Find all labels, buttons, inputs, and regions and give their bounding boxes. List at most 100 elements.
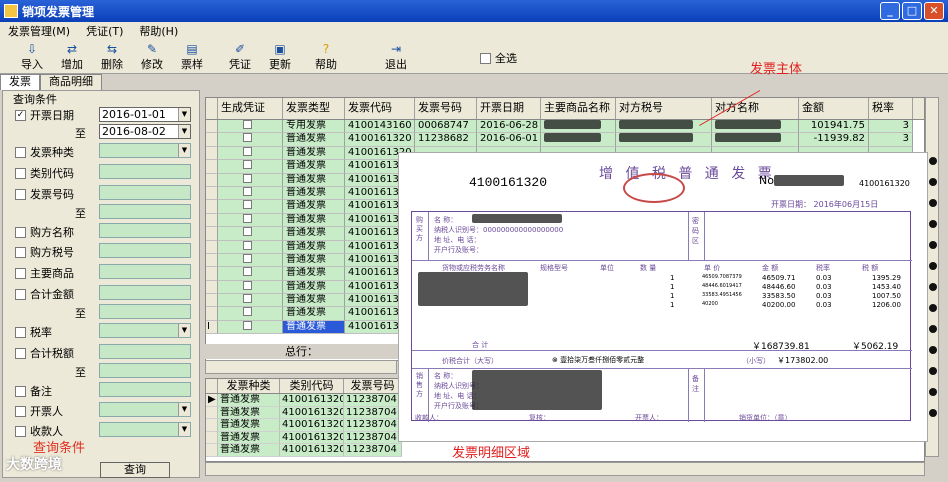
detail-row[interactable]: 普通发票 4100161320 11238704 bbox=[206, 444, 924, 457]
col-rate[interactable]: 税率 bbox=[869, 98, 913, 119]
voucher-checkbox-cell[interactable] bbox=[218, 120, 283, 134]
voucher-checkbox-cell[interactable] bbox=[218, 186, 283, 201]
voucher-checkbox-cell[interactable] bbox=[218, 267, 283, 281]
voucher-checkbox[interactable] bbox=[243, 240, 252, 250]
date-to-input[interactable]: 2016-08-02 ▼ bbox=[99, 124, 191, 139]
invoice-number-from-input[interactable] bbox=[99, 185, 191, 200]
menu-help[interactable]: 帮助(H) bbox=[131, 23, 186, 39]
voucher-checkbox[interactable] bbox=[243, 267, 252, 277]
horizontal-scrollbar[interactable] bbox=[205, 360, 397, 374]
voucher-checkbox[interactable] bbox=[243, 253, 252, 263]
col-number[interactable]: 发票号码 bbox=[415, 98, 477, 119]
voucher-checkbox-cell[interactable] bbox=[218, 160, 283, 174]
voucher-checkbox[interactable] bbox=[243, 320, 252, 330]
voucher-checkbox-cell[interactable] bbox=[218, 253, 283, 268]
delete-button[interactable]: ⇆ 删除 bbox=[92, 40, 132, 72]
chevron-down-icon[interactable]: ▼ bbox=[178, 403, 190, 416]
invoice-number-to-input[interactable] bbox=[99, 204, 191, 219]
filter-invoice-number-checkbox[interactable] bbox=[15, 188, 26, 200]
voucher-checkbox[interactable] bbox=[243, 200, 252, 210]
voucher-checkbox-cell[interactable] bbox=[218, 200, 283, 214]
col-amount[interactable]: 金额 bbox=[799, 98, 869, 119]
filter-drawer-checkbox[interactable] bbox=[15, 405, 26, 417]
col-name[interactable]: 对方名称 bbox=[712, 98, 799, 119]
maximize-button[interactable]: □ bbox=[902, 2, 922, 20]
voucher-checkbox[interactable] bbox=[243, 120, 252, 129]
amount-from-input[interactable] bbox=[99, 285, 191, 300]
chevron-down-icon[interactable]: ▼ bbox=[178, 108, 190, 121]
chevron-down-icon[interactable]: ▼ bbox=[178, 125, 190, 138]
tab-invoice[interactable]: 发票 bbox=[0, 74, 40, 90]
help-button[interactable]: ? 帮助 bbox=[306, 40, 346, 72]
filter-tax-rate-checkbox[interactable] bbox=[15, 326, 26, 338]
detail-horizontal-scrollbar[interactable] bbox=[205, 462, 925, 476]
voucher-checkbox[interactable] bbox=[243, 213, 252, 223]
col-code[interactable]: 发票代码 bbox=[345, 98, 415, 119]
voucher-checkbox[interactable] bbox=[243, 173, 252, 183]
filter-main-goods-checkbox[interactable] bbox=[15, 267, 26, 279]
filter-buyer-name-checkbox[interactable] bbox=[15, 226, 26, 238]
voucher-checkbox-cell[interactable] bbox=[218, 294, 283, 308]
filter-date-checkbox[interactable]: ✓ bbox=[15, 109, 26, 121]
voucher-checkbox[interactable] bbox=[243, 160, 252, 170]
chevron-down-icon[interactable]: ▼ bbox=[178, 144, 190, 157]
voucher-checkbox-cell[interactable] bbox=[218, 240, 283, 254]
voucher-checkbox-cell[interactable] bbox=[218, 280, 283, 295]
col-date[interactable]: 开票日期 bbox=[477, 98, 541, 119]
remark-input[interactable] bbox=[99, 382, 191, 397]
refresh-button[interactable]: ▣ 更新 bbox=[260, 40, 300, 72]
main-goods-input[interactable] bbox=[99, 264, 191, 279]
voucher-checkbox-cell[interactable] bbox=[218, 320, 283, 335]
detail-col-type[interactable]: 发票种类 bbox=[218, 379, 280, 393]
filter-buyer-taxid-checkbox[interactable] bbox=[15, 246, 26, 258]
filter-remark-checkbox[interactable] bbox=[15, 385, 26, 397]
drawer-select[interactable]: ▼ bbox=[99, 402, 191, 417]
minimize-button[interactable]: _ bbox=[880, 2, 900, 20]
voucher-checkbox[interactable] bbox=[243, 186, 252, 196]
table-row[interactable]: 普通发票 4100161320 11238682 2016-06-01 -11939.8… bbox=[206, 133, 924, 147]
select-all-checkbox[interactable]: 全选 bbox=[480, 50, 517, 66]
buyer-name-input[interactable] bbox=[99, 223, 191, 238]
tax-to-input[interactable] bbox=[99, 363, 191, 378]
filter-total-amount-checkbox[interactable] bbox=[15, 288, 26, 300]
voucher-checkbox-cell[interactable] bbox=[218, 133, 283, 147]
menu-invoice[interactable]: 发票管理(M) bbox=[0, 23, 78, 39]
voucher-checkbox[interactable] bbox=[243, 227, 252, 237]
voucher-checkbox-cell[interactable] bbox=[218, 227, 283, 241]
exit-button[interactable]: ⇥ 退出 bbox=[376, 40, 416, 72]
voucher-checkbox[interactable] bbox=[243, 280, 252, 290]
tab-goods-detail[interactable]: 商品明细 bbox=[40, 74, 102, 90]
voucher-checkbox[interactable] bbox=[243, 294, 252, 304]
col-type[interactable]: 发票类型 bbox=[283, 98, 345, 119]
detail-col-code[interactable]: 类别代码 bbox=[280, 379, 344, 393]
query-button[interactable]: 查询 bbox=[100, 462, 170, 478]
payee-select[interactable]: ▼ bbox=[99, 422, 191, 437]
filter-payee-checkbox[interactable] bbox=[15, 425, 26, 437]
voucher-checkbox-cell[interactable] bbox=[218, 173, 283, 187]
date-from-input[interactable]: 2016-01-01 ▼ bbox=[99, 107, 191, 122]
category-code-input[interactable] bbox=[99, 164, 191, 179]
buyer-taxid-input[interactable] bbox=[99, 243, 191, 258]
detail-col-number[interactable]: 发票号码 bbox=[344, 379, 402, 393]
voucher-checkbox-cell[interactable] bbox=[218, 146, 283, 161]
tax-from-input[interactable] bbox=[99, 344, 191, 359]
edit-button[interactable]: ✎ 修改 bbox=[132, 40, 172, 72]
invoice-kind-select[interactable]: ▼ bbox=[99, 143, 191, 158]
amount-to-input[interactable] bbox=[99, 304, 191, 319]
voucher-button[interactable]: ✐ 凭证 bbox=[220, 40, 260, 72]
voucher-checkbox[interactable] bbox=[243, 146, 252, 156]
col-goods[interactable]: 主要商品名称 bbox=[541, 98, 616, 119]
tax-rate-select[interactable]: ▼ bbox=[99, 323, 191, 338]
col-voucher[interactable]: 生成凭证 bbox=[218, 98, 283, 119]
chevron-down-icon[interactable]: ▼ bbox=[178, 324, 190, 337]
voucher-checkbox-cell[interactable] bbox=[218, 307, 283, 321]
sample-button[interactable]: ▤ 票样 bbox=[172, 40, 212, 72]
filter-total-tax-checkbox[interactable] bbox=[15, 347, 26, 359]
col-taxid[interactable]: 对方税号 bbox=[616, 98, 712, 119]
filter-category-code-checkbox[interactable] bbox=[15, 167, 26, 179]
chevron-down-icon[interactable]: ▼ bbox=[178, 423, 190, 436]
voucher-checkbox-cell[interactable] bbox=[218, 213, 283, 228]
close-button[interactable]: ✕ bbox=[924, 2, 944, 20]
voucher-checkbox[interactable] bbox=[243, 133, 252, 143]
menu-voucher[interactable]: 凭证(T) bbox=[78, 23, 131, 39]
